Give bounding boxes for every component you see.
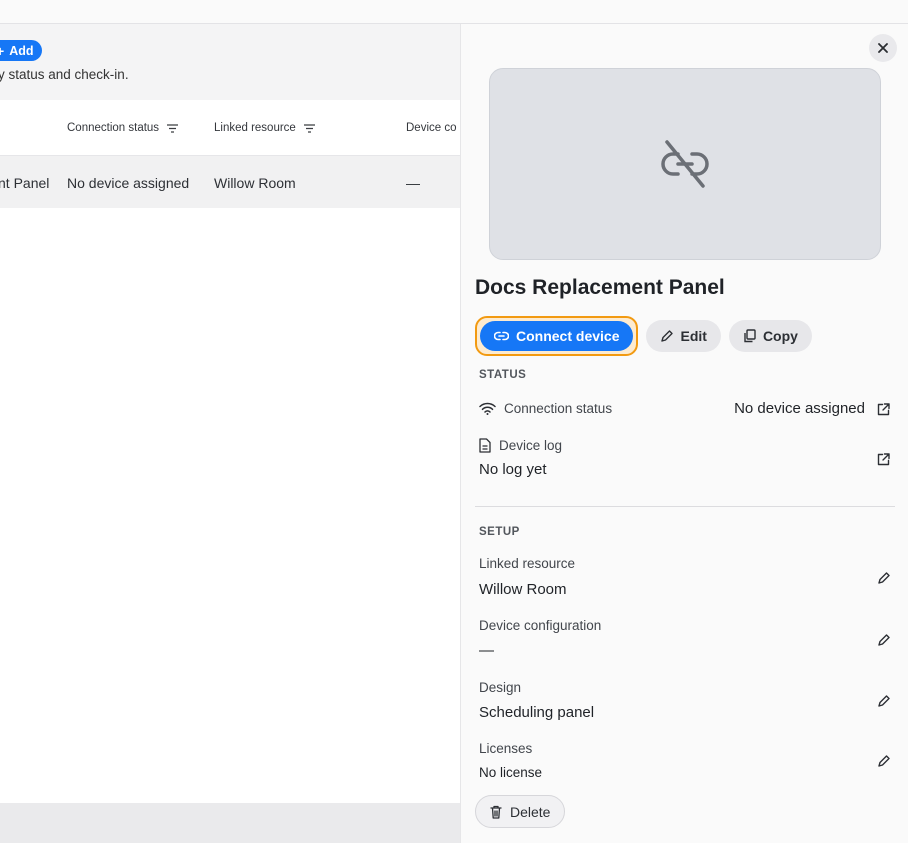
add-button-label: Add [9, 43, 34, 58]
edit-button[interactable]: Edit [646, 320, 721, 352]
document-icon [479, 438, 491, 453]
table-header: Connection status Linked resource Device… [0, 100, 460, 156]
edit-label: Edit [680, 328, 707, 344]
external-link-icon[interactable] [875, 401, 891, 417]
cell-device-config: — [406, 175, 420, 191]
connect-device-button[interactable]: Connect device [480, 321, 634, 351]
table-row[interactable]: nt Panel No device assigned Willow Room … [0, 156, 460, 208]
background-page: + Add y status and check-in. Connection … [0, 24, 460, 843]
action-bar: Connect device Edit Copy [475, 316, 812, 356]
delete-label: Delete [510, 803, 551, 820]
connect-device-label: Connect device [516, 328, 620, 344]
unlinked-icon [661, 140, 709, 188]
linked-resource-label: Linked resource [479, 556, 576, 571]
cell-connection-status: No device assigned [67, 175, 190, 191]
device-image-placeholder [489, 68, 881, 260]
setup-section-label: SETUP [479, 526, 520, 538]
status-section-label: STATUS [479, 369, 527, 381]
filter-icon[interactable] [167, 123, 179, 133]
pencil-icon [661, 329, 674, 342]
add-button[interactable]: + Add [0, 40, 42, 61]
cell-name: nt Panel [0, 175, 50, 191]
edit-design-pencil-icon[interactable] [875, 693, 891, 709]
link-icon [494, 331, 509, 341]
page-subtitle: y status and check-in. [0, 67, 129, 82]
cell-linked-resource: Willow Room [214, 175, 296, 191]
edit-licenses-pencil-icon[interactable] [875, 753, 891, 769]
device-detail-panel: Docs Replacement Panel Connect device Ed… [460, 24, 908, 843]
device-configuration-label: Device configuration [479, 618, 602, 633]
close-button[interactable] [869, 34, 897, 62]
column-header-connection-status[interactable]: Connection status [67, 122, 179, 134]
design-value: Scheduling panel [479, 704, 595, 721]
column-header-device-config[interactable]: Device co [406, 122, 457, 134]
copy-label: Copy [762, 328, 798, 344]
delete-button[interactable]: Delete [475, 795, 566, 828]
connect-focus-ring: Connect device [475, 316, 639, 356]
footer-bar [0, 803, 460, 843]
top-bar [0, 0, 908, 24]
copy-icon [744, 329, 756, 343]
close-icon [878, 43, 888, 53]
devices-table: Connection status Linked resource Device… [0, 100, 460, 803]
trash-icon [490, 805, 502, 819]
column-header-linked-resource[interactable]: Linked resource [214, 122, 315, 134]
device-log-label: Device log [479, 438, 562, 453]
plus-icon: + [0, 42, 5, 59]
connection-status-value: No device assigned [734, 400, 865, 417]
design-label: Design [479, 680, 522, 695]
edit-linked-resource-pencil-icon[interactable] [875, 570, 891, 586]
edit-device-configuration-pencil-icon[interactable] [875, 632, 891, 648]
connection-status-label: Connection status [479, 401, 612, 416]
device-configuration-value: — [479, 642, 494, 659]
device-log-value: No log yet [479, 461, 547, 478]
external-link-icon[interactable] [875, 451, 891, 467]
panel-title: Docs Replacement Panel [475, 276, 725, 299]
filter-icon[interactable] [303, 123, 315, 133]
section-divider [475, 506, 895, 507]
licenses-label: Licenses [479, 741, 533, 756]
copy-button[interactable]: Copy [728, 320, 812, 352]
wifi-icon [479, 402, 496, 415]
linked-resource-value: Willow Room [479, 581, 567, 598]
licenses-value: No license [479, 765, 543, 780]
